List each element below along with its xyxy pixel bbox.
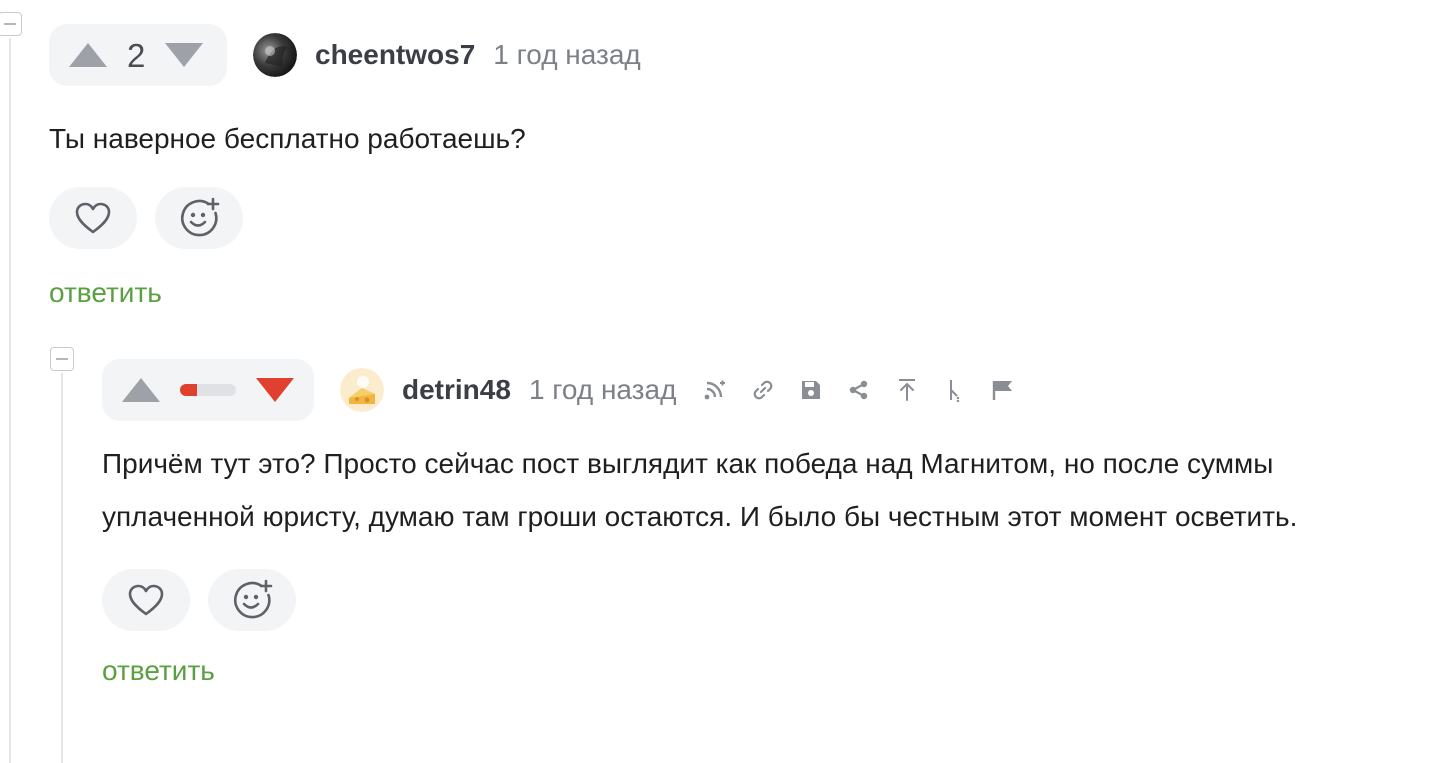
add-reaction-button[interactable]	[155, 187, 243, 249]
downvote-icon[interactable]	[165, 43, 204, 67]
heart-icon	[128, 584, 164, 616]
reply-link[interactable]: ответить	[49, 277, 1409, 309]
username[interactable]: cheentwos7	[315, 39, 475, 71]
cheese-avatar-icon[interactable]	[340, 368, 384, 412]
collapse-toggle-comment-1[interactable]	[0, 12, 22, 36]
save-icon[interactable]	[798, 377, 824, 403]
downvote-icon[interactable]	[256, 378, 294, 402]
comment-tools	[702, 377, 1038, 403]
add-emoji-icon	[181, 197, 220, 237]
like-button[interactable]	[49, 187, 137, 249]
comment-actions	[102, 569, 1402, 631]
hide-branch-icon[interactable]	[942, 377, 968, 403]
vote-score: 2	[127, 36, 146, 74]
thread-line-2[interactable]	[61, 373, 63, 763]
upvote-icon[interactable]	[69, 43, 107, 67]
upvote-icon[interactable]	[122, 378, 160, 402]
comment-text: Ты наверное бесплатно работаешь?	[49, 123, 526, 154]
add-emoji-icon	[234, 579, 273, 619]
dark-avatar-icon[interactable]	[253, 33, 297, 77]
collapse-toggle-comment-2[interactable]	[50, 347, 74, 371]
comment-actions	[49, 187, 1409, 249]
go-to-parent-icon[interactable]	[894, 377, 920, 403]
share-icon[interactable]	[846, 377, 872, 403]
vote-box	[102, 359, 314, 421]
link-icon[interactable]	[750, 377, 776, 403]
comment-header: 2 cheentwos7 1 год назад	[49, 24, 1409, 86]
comment-text: Причём тут это? Просто сейчас пост выгля…	[102, 448, 1298, 532]
comment-header: detrin48 1 год назад	[102, 359, 1402, 421]
username[interactable]: detrin48	[402, 374, 511, 406]
vote-box: 2	[49, 24, 227, 86]
rating-bar	[180, 384, 236, 396]
timestamp[interactable]: 1 год назад	[529, 374, 677, 406]
timestamp[interactable]: 1 год назад	[493, 39, 641, 71]
comment-1: 2 cheentwos7 1 год назад Ты наверное бес…	[49, 24, 1409, 309]
branch-icon[interactable]	[702, 377, 728, 403]
flag-icon[interactable]	[990, 377, 1016, 403]
thread-line-1[interactable]	[9, 38, 11, 763]
reply-link[interactable]: ответить	[102, 655, 1402, 687]
comment-thread: 2 cheentwos7 1 год назад Ты наверное бес…	[0, 0, 1443, 763]
rating-bar-fill	[180, 384, 197, 396]
heart-icon	[75, 202, 111, 234]
comment-2: detrin48 1 год назад Причём тут это? Про…	[102, 359, 1402, 687]
like-button[interactable]	[102, 569, 190, 631]
add-reaction-button[interactable]	[208, 569, 296, 631]
